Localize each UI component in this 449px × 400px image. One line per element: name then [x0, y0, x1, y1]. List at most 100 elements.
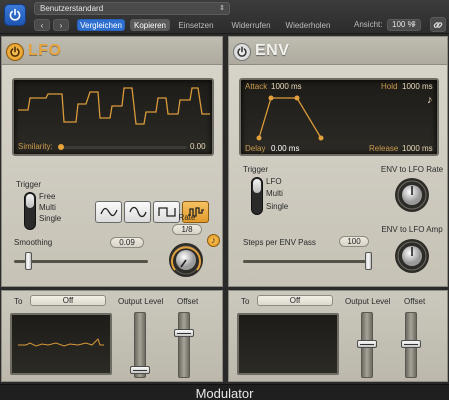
lfo-trigger-switch[interactable] [24, 192, 36, 230]
smoothing-value[interactable]: 0.09 [110, 237, 144, 248]
waveform-triangle-button[interactable] [95, 201, 122, 223]
redo-button[interactable]: Wiederholen [279, 19, 337, 31]
env-output-level-label: Output Level [345, 297, 391, 306]
preset-name: Benutzerstandard [40, 4, 104, 13]
lfo-power-button[interactable] [6, 43, 24, 61]
copy-button[interactable]: Kopieren [130, 19, 170, 31]
lfo-waveform-graph [18, 87, 210, 125]
steps-per-env-pass-value[interactable]: 100 [339, 236, 369, 247]
env-trigger-switch-knob[interactable] [253, 179, 261, 193]
lfo-output-level-slider-handle[interactable] [130, 366, 150, 375]
preset-menu[interactable]: Benutzerstandard ⇕ [34, 2, 230, 15]
lfo-panel: LFO Similarity: 0.00 Trigger Free Multi … [1, 36, 223, 287]
lfo-trigger-multi[interactable]: Multi [39, 203, 56, 212]
env-to-lfo-rate-knob-graphic [395, 178, 429, 212]
power-icon [237, 46, 247, 57]
smoothing-slider[interactable] [14, 260, 148, 263]
lfo-offset-slider-handle[interactable] [174, 328, 194, 337]
link-icon [433, 21, 443, 28]
lfo-output-scope [10, 313, 112, 375]
plugin-footer: Modulator [0, 384, 449, 400]
link-button[interactable] [430, 17, 446, 32]
lfo-offset-label: Offset [177, 297, 199, 306]
smoothing-slider-handle[interactable] [25, 252, 32, 270]
undo-button[interactable]: Widerrufen [225, 19, 277, 31]
chevron-updown-icon: ⇕ [219, 5, 225, 12]
plugin-power-button[interactable] [4, 4, 26, 26]
note-icon: ♪ [211, 235, 216, 245]
rate-sync-button[interactable]: ♪ [207, 234, 220, 247]
env-offset-slider[interactable] [401, 312, 421, 378]
env-trigger-label: Trigger [243, 165, 269, 174]
env-to-lfo-rate-label: ENV to LFO Rate [380, 165, 444, 174]
rate-knob[interactable] [168, 242, 204, 278]
env-destination-menu[interactable]: Off [257, 295, 333, 306]
lfo-destination-menu[interactable]: Off [30, 295, 106, 306]
env-output-level-slider-handle[interactable] [357, 339, 377, 348]
steps-slider-handle[interactable] [365, 252, 372, 270]
lfo-title: LFO [28, 42, 62, 59]
compare-button[interactable]: Vergleichen [77, 19, 125, 31]
env-shape-display: Attack 1000 ms Hold 1000 ms ♪ Delay 0.00… [239, 78, 439, 156]
lfo-to-label: To [14, 297, 23, 306]
lfo-trigger-free[interactable]: Free [39, 192, 55, 201]
power-icon [9, 8, 21, 21]
similarity-value: 0.00 [190, 142, 206, 151]
env-output-scope [237, 313, 339, 375]
release-label: Release [369, 144, 399, 153]
env-output-section: To Off Output Level Offset [228, 290, 448, 382]
similarity-slider[interactable] [59, 146, 187, 149]
view-label: Ansicht: [354, 20, 383, 29]
env-trigger-lfo[interactable]: LFO [266, 177, 282, 186]
env-to-lfo-amp-knob-graphic [395, 239, 429, 273]
lfo-offset-slider[interactable] [174, 312, 194, 378]
env-to-lfo-amp-knob[interactable] [394, 238, 430, 274]
steps-per-env-pass-label: Steps per ENV Pass [243, 238, 316, 247]
rate-knob-graphic [169, 243, 203, 277]
env-header: ENV [229, 37, 447, 65]
chevron-right-icon: › [59, 21, 63, 30]
lfo-output-section: To Off Output Level Offset [1, 290, 223, 382]
env-title: ENV [255, 42, 290, 59]
delay-label: Delay [245, 144, 266, 153]
similarity-slider-handle[interactable] [58, 144, 64, 150]
env-offset-label: Offset [404, 297, 426, 306]
similarity-label: Similarity: [18, 142, 53, 151]
paste-button[interactable]: Einsetzen [174, 19, 218, 31]
chevron-updown-icon: ⇕ [411, 21, 417, 28]
lfo-trigger-switch-knob[interactable] [26, 194, 34, 208]
smoothing-label: Smoothing [14, 238, 53, 247]
chevron-left-icon: ‹ [40, 21, 44, 30]
lfo-waveform-display: Similarity: 0.00 [12, 78, 214, 156]
env-output-level-slider[interactable] [357, 312, 377, 378]
plugin-name: Modulator [195, 386, 254, 400]
power-icon [10, 46, 20, 57]
env-offset-slider-handle[interactable] [401, 339, 421, 348]
lfo-output-level-label: Output Level [118, 297, 164, 306]
zoom-select[interactable]: 100 % ⇕ [387, 19, 421, 31]
env-power-button[interactable] [233, 43, 251, 61]
delay-value[interactable]: 0.00 ms [271, 144, 299, 153]
lfo-trigger-label: Trigger [16, 180, 42, 189]
waveform-sine-button[interactable] [124, 201, 151, 223]
env-trigger-multi[interactable]: Multi [266, 189, 283, 198]
rate-label: Rate [178, 213, 196, 222]
steps-per-env-pass-slider[interactable] [243, 260, 371, 263]
env-panel: ENV Attack 1000 ms Hold 1000 ms ♪ Delay … [228, 36, 448, 287]
next-preset-button[interactable]: › [53, 19, 69, 31]
sine-wave-icon [128, 206, 147, 218]
lfo-trigger-single[interactable]: Single [39, 214, 61, 223]
lfo-output-trace [18, 338, 104, 347]
lfo-output-level-slider[interactable] [130, 312, 150, 378]
release-value[interactable]: 1000 ms [402, 144, 433, 153]
env-trigger-switch[interactable] [251, 177, 263, 215]
triangle-wave-icon [99, 207, 118, 217]
env-trigger-single[interactable]: Single [266, 202, 288, 211]
env-to-label: To [241, 297, 250, 306]
env-curve-graph [256, 95, 324, 141]
rate-value[interactable]: 1/8 [172, 224, 202, 235]
previous-preset-button[interactable]: ‹ [34, 19, 50, 31]
env-to-lfo-amp-label: ENV to LFO Amp [381, 225, 443, 234]
lfo-header: LFO [2, 37, 222, 65]
env-to-lfo-rate-knob[interactable] [394, 177, 430, 213]
